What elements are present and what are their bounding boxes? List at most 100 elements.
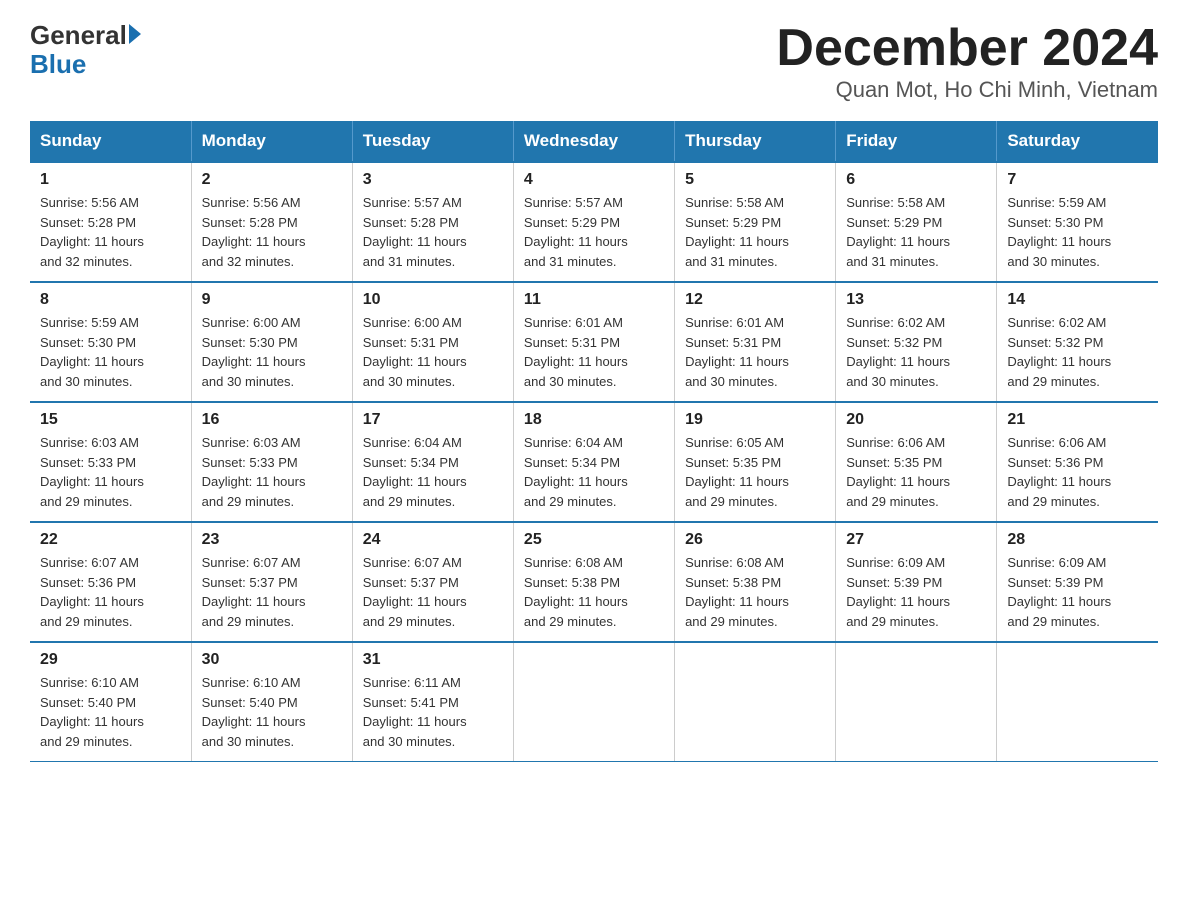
- table-row: 26 Sunrise: 6:08 AMSunset: 5:38 PMDaylig…: [675, 522, 836, 642]
- day-number: 16: [202, 411, 342, 429]
- col-thursday: Thursday: [675, 121, 836, 162]
- table-row: 6 Sunrise: 5:58 AMSunset: 5:29 PMDayligh…: [836, 162, 997, 282]
- day-detail: Sunrise: 6:07 AMSunset: 5:37 PMDaylight:…: [363, 555, 467, 629]
- day-detail: Sunrise: 5:57 AMSunset: 5:29 PMDaylight:…: [524, 195, 628, 269]
- table-row: 18 Sunrise: 6:04 AMSunset: 5:34 PMDaylig…: [513, 402, 674, 522]
- day-detail: Sunrise: 6:06 AMSunset: 5:36 PMDaylight:…: [1007, 435, 1111, 509]
- table-row: 3 Sunrise: 5:57 AMSunset: 5:28 PMDayligh…: [352, 162, 513, 282]
- logo-general: General: [30, 20, 127, 51]
- day-number: 5: [685, 171, 825, 189]
- day-detail: Sunrise: 6:07 AMSunset: 5:37 PMDaylight:…: [202, 555, 306, 629]
- table-row: [836, 642, 997, 762]
- table-row: 5 Sunrise: 5:58 AMSunset: 5:29 PMDayligh…: [675, 162, 836, 282]
- logo: General Blue: [30, 20, 141, 77]
- table-row: 30 Sunrise: 6:10 AMSunset: 5:40 PMDaylig…: [191, 642, 352, 762]
- table-row: 14 Sunrise: 6:02 AMSunset: 5:32 PMDaylig…: [997, 282, 1158, 402]
- day-detail: Sunrise: 6:05 AMSunset: 5:35 PMDaylight:…: [685, 435, 789, 509]
- day-number: 14: [1007, 291, 1148, 309]
- day-number: 7: [1007, 171, 1148, 189]
- calendar-week-row: 1 Sunrise: 5:56 AMSunset: 5:28 PMDayligh…: [30, 162, 1158, 282]
- col-wednesday: Wednesday: [513, 121, 674, 162]
- table-row: 31 Sunrise: 6:11 AMSunset: 5:41 PMDaylig…: [352, 642, 513, 762]
- day-number: 1: [40, 171, 181, 189]
- day-number: 12: [685, 291, 825, 309]
- day-number: 13: [846, 291, 986, 309]
- calendar-week-row: 8 Sunrise: 5:59 AMSunset: 5:30 PMDayligh…: [30, 282, 1158, 402]
- day-number: 17: [363, 411, 503, 429]
- col-friday: Friday: [836, 121, 997, 162]
- calendar-week-row: 22 Sunrise: 6:07 AMSunset: 5:36 PMDaylig…: [30, 522, 1158, 642]
- day-detail: Sunrise: 6:09 AMSunset: 5:39 PMDaylight:…: [1007, 555, 1111, 629]
- table-row: 2 Sunrise: 5:56 AMSunset: 5:28 PMDayligh…: [191, 162, 352, 282]
- day-detail: Sunrise: 6:07 AMSunset: 5:36 PMDaylight:…: [40, 555, 144, 629]
- table-row: 15 Sunrise: 6:03 AMSunset: 5:33 PMDaylig…: [30, 402, 191, 522]
- table-row: 24 Sunrise: 6:07 AMSunset: 5:37 PMDaylig…: [352, 522, 513, 642]
- day-detail: Sunrise: 6:10 AMSunset: 5:40 PMDaylight:…: [202, 675, 306, 749]
- day-detail: Sunrise: 5:58 AMSunset: 5:29 PMDaylight:…: [685, 195, 789, 269]
- col-monday: Monday: [191, 121, 352, 162]
- day-number: 9: [202, 291, 342, 309]
- page-header: General Blue December 2024 Quan Mot, Ho …: [30, 20, 1158, 103]
- day-number: 27: [846, 531, 986, 549]
- table-row: 28 Sunrise: 6:09 AMSunset: 5:39 PMDaylig…: [997, 522, 1158, 642]
- col-tuesday: Tuesday: [352, 121, 513, 162]
- day-number: 21: [1007, 411, 1148, 429]
- day-number: 20: [846, 411, 986, 429]
- day-detail: Sunrise: 6:04 AMSunset: 5:34 PMDaylight:…: [524, 435, 628, 509]
- day-number: 25: [524, 531, 664, 549]
- day-number: 23: [202, 531, 342, 549]
- table-row: 29 Sunrise: 6:10 AMSunset: 5:40 PMDaylig…: [30, 642, 191, 762]
- table-row: 23 Sunrise: 6:07 AMSunset: 5:37 PMDaylig…: [191, 522, 352, 642]
- day-number: 19: [685, 411, 825, 429]
- day-detail: Sunrise: 6:09 AMSunset: 5:39 PMDaylight:…: [846, 555, 950, 629]
- day-number: 29: [40, 651, 181, 669]
- day-number: 10: [363, 291, 503, 309]
- day-number: 11: [524, 291, 664, 309]
- day-detail: Sunrise: 6:04 AMSunset: 5:34 PMDaylight:…: [363, 435, 467, 509]
- table-row: 7 Sunrise: 5:59 AMSunset: 5:30 PMDayligh…: [997, 162, 1158, 282]
- col-saturday: Saturday: [997, 121, 1158, 162]
- calendar-title: December 2024: [776, 20, 1158, 77]
- day-detail: Sunrise: 5:56 AMSunset: 5:28 PMDaylight:…: [202, 195, 306, 269]
- table-row: 13 Sunrise: 6:02 AMSunset: 5:32 PMDaylig…: [836, 282, 997, 402]
- calendar-title-block: December 2024 Quan Mot, Ho Chi Minh, Vie…: [776, 20, 1158, 103]
- table-row: 16 Sunrise: 6:03 AMSunset: 5:33 PMDaylig…: [191, 402, 352, 522]
- day-number: 30: [202, 651, 342, 669]
- day-detail: Sunrise: 6:03 AMSunset: 5:33 PMDaylight:…: [40, 435, 144, 509]
- logo-blue: Blue: [30, 51, 86, 77]
- day-detail: Sunrise: 5:59 AMSunset: 5:30 PMDaylight:…: [40, 315, 144, 389]
- table-row: 4 Sunrise: 5:57 AMSunset: 5:29 PMDayligh…: [513, 162, 674, 282]
- day-detail: Sunrise: 6:02 AMSunset: 5:32 PMDaylight:…: [1007, 315, 1111, 389]
- table-row: 12 Sunrise: 6:01 AMSunset: 5:31 PMDaylig…: [675, 282, 836, 402]
- day-detail: Sunrise: 6:03 AMSunset: 5:33 PMDaylight:…: [202, 435, 306, 509]
- table-row: 21 Sunrise: 6:06 AMSunset: 5:36 PMDaylig…: [997, 402, 1158, 522]
- calendar-week-row: 15 Sunrise: 6:03 AMSunset: 5:33 PMDaylig…: [30, 402, 1158, 522]
- logo-arrow-icon: [129, 24, 141, 44]
- table-row: 1 Sunrise: 5:56 AMSunset: 5:28 PMDayligh…: [30, 162, 191, 282]
- calendar-table: Sunday Monday Tuesday Wednesday Thursday…: [30, 121, 1158, 762]
- table-row: 10 Sunrise: 6:00 AMSunset: 5:31 PMDaylig…: [352, 282, 513, 402]
- day-detail: Sunrise: 6:08 AMSunset: 5:38 PMDaylight:…: [685, 555, 789, 629]
- table-row: [513, 642, 674, 762]
- calendar-subtitle: Quan Mot, Ho Chi Minh, Vietnam: [776, 77, 1158, 103]
- table-row: 9 Sunrise: 6:00 AMSunset: 5:30 PMDayligh…: [191, 282, 352, 402]
- table-row: [997, 642, 1158, 762]
- day-detail: Sunrise: 5:57 AMSunset: 5:28 PMDaylight:…: [363, 195, 467, 269]
- day-detail: Sunrise: 6:00 AMSunset: 5:30 PMDaylight:…: [202, 315, 306, 389]
- day-detail: Sunrise: 6:10 AMSunset: 5:40 PMDaylight:…: [40, 675, 144, 749]
- day-detail: Sunrise: 5:56 AMSunset: 5:28 PMDaylight:…: [40, 195, 144, 269]
- col-sunday: Sunday: [30, 121, 191, 162]
- day-number: 2: [202, 171, 342, 189]
- day-detail: Sunrise: 6:11 AMSunset: 5:41 PMDaylight:…: [363, 675, 467, 749]
- day-number: 3: [363, 171, 503, 189]
- day-detail: Sunrise: 6:08 AMSunset: 5:38 PMDaylight:…: [524, 555, 628, 629]
- day-detail: Sunrise: 5:59 AMSunset: 5:30 PMDaylight:…: [1007, 195, 1111, 269]
- day-number: 24: [363, 531, 503, 549]
- day-number: 31: [363, 651, 503, 669]
- day-number: 6: [846, 171, 986, 189]
- table-row: 19 Sunrise: 6:05 AMSunset: 5:35 PMDaylig…: [675, 402, 836, 522]
- day-detail: Sunrise: 5:58 AMSunset: 5:29 PMDaylight:…: [846, 195, 950, 269]
- day-number: 22: [40, 531, 181, 549]
- table-row: 22 Sunrise: 6:07 AMSunset: 5:36 PMDaylig…: [30, 522, 191, 642]
- table-row: [675, 642, 836, 762]
